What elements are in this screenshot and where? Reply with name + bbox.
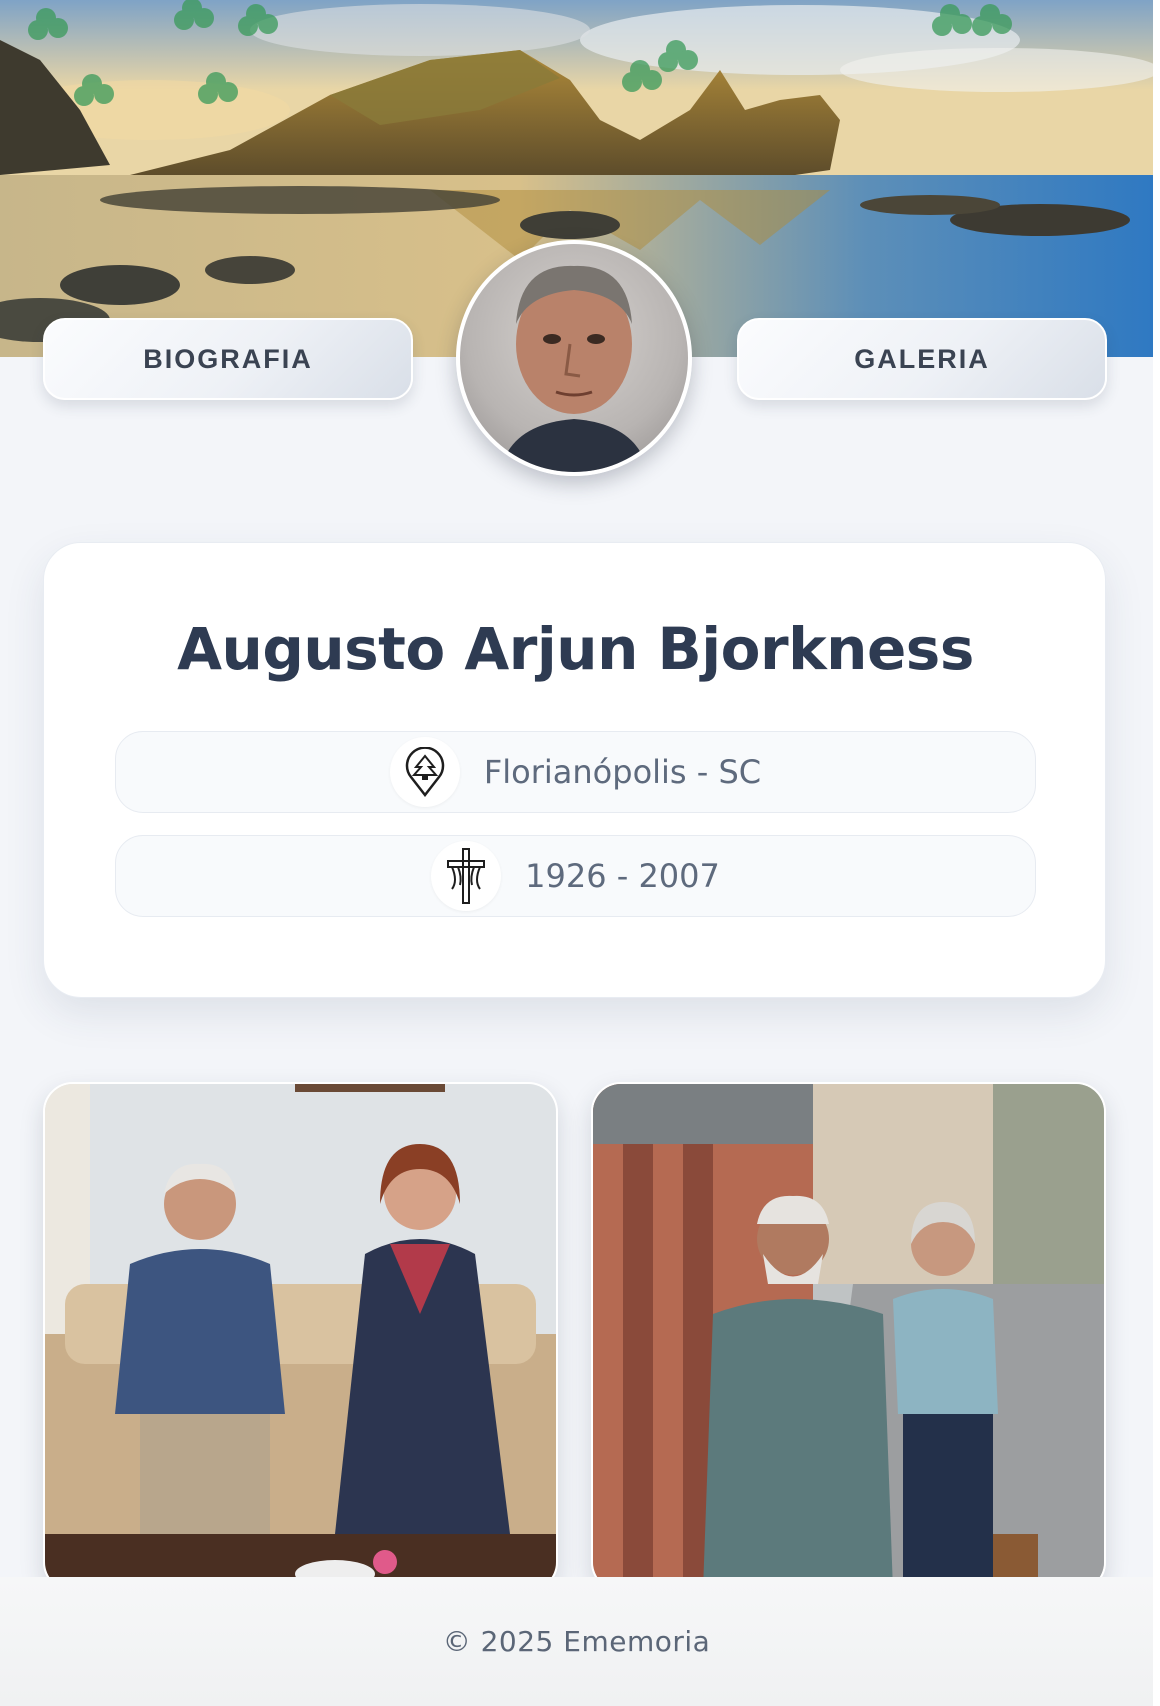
photo-couple-street: [593, 1084, 1104, 1590]
gallery-photo-2[interactable]: [591, 1082, 1106, 1592]
page-footer: © 2025 Ememoria: [0, 1577, 1153, 1706]
location-pin-tree-icon: [389, 737, 460, 807]
dates-text: 1926 - 2007: [525, 857, 720, 895]
memorial-page: BIOGRAFIA GALERIA Augusto Arjun Bjorknes…: [0, 0, 1153, 1706]
cross-icon: [431, 841, 502, 911]
biography-tab-label: BIOGRAFIA: [143, 343, 313, 374]
dates-row: 1926 - 2007: [115, 835, 1036, 917]
profile-info-card: Augusto Arjun Bjorkness Florianópolis - …: [43, 542, 1106, 998]
gallery-tab-label: GALERIA: [854, 343, 990, 374]
profile-avatar: [456, 240, 692, 476]
avatar-portrait: [500, 265, 648, 472]
person-name: Augusto Arjun Bjorkness: [177, 615, 974, 683]
gallery-photo-1[interactable]: [43, 1082, 558, 1592]
location-row: Florianópolis - SC: [115, 731, 1036, 813]
biography-tab-button[interactable]: BIOGRAFIA: [43, 318, 413, 400]
location-text: Florianópolis - SC: [483, 753, 762, 791]
footer-copyright: © 2025 Ememoria: [442, 1625, 711, 1658]
gallery-tab-button[interactable]: GALERIA: [737, 318, 1107, 400]
photo-couple-sofa: [45, 1084, 556, 1590]
page-edge: [1153, 0, 1160, 1706]
